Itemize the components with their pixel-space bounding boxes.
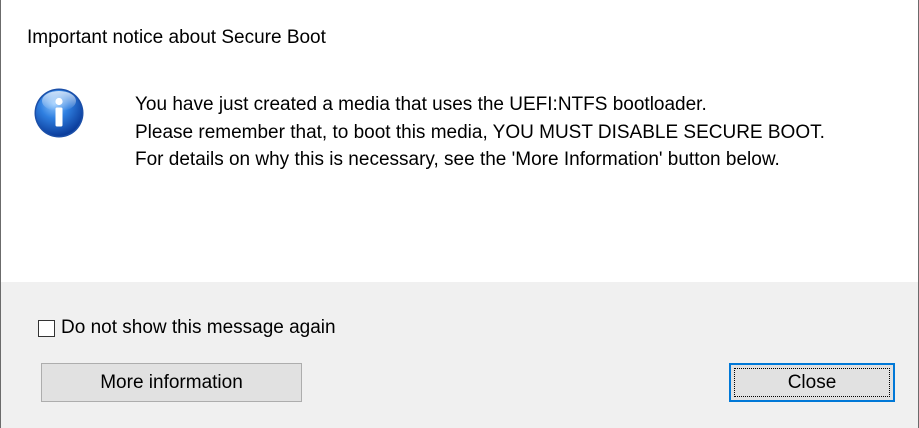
- information-icon: [33, 87, 85, 139]
- more-information-label: More information: [100, 371, 243, 393]
- more-information-button[interactable]: More information: [41, 363, 302, 402]
- dialog-footer: Do not show this message again More info…: [1, 282, 918, 428]
- message-line: You have just created a media that uses …: [135, 94, 707, 115]
- dialog-title: Important notice about Secure Boot: [27, 27, 326, 48]
- focus-ring: [734, 368, 890, 397]
- message-line: For details on why this is necessary, se…: [135, 149, 780, 170]
- checkbox-label[interactable]: Do not show this message again: [61, 316, 336, 340]
- close-button[interactable]: Close: [729, 363, 895, 402]
- do-not-show-again-checkbox[interactable]: Do not show this message again: [38, 316, 336, 340]
- secure-boot-dialog: Important notice about Secure Boot You h…: [0, 0, 919, 428]
- message-line: Please remember that, to boot this media…: [135, 121, 825, 143]
- checkbox-box[interactable]: [38, 319, 55, 337]
- message-body: You have just created a media that uses …: [135, 91, 895, 174]
